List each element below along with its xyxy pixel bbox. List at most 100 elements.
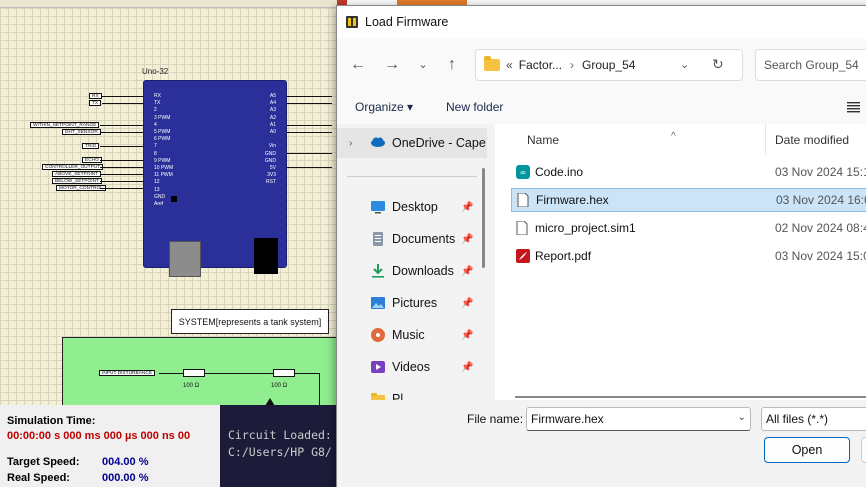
cancel-button[interactable] bbox=[861, 437, 866, 463]
desktop-icon bbox=[370, 200, 386, 214]
svg-text:∞: ∞ bbox=[520, 168, 527, 177]
chip-marker bbox=[171, 196, 177, 202]
file-icon bbox=[516, 220, 530, 236]
breadcrumb-part[interactable]: Factor... bbox=[519, 58, 562, 72]
dialog-titlebar[interactable]: Load Firmware bbox=[337, 6, 866, 38]
pin-icon[interactable]: 📌 bbox=[461, 202, 473, 213]
cloud-icon bbox=[370, 136, 386, 150]
organize-button[interactable]: Organize ▾ bbox=[355, 100, 413, 114]
file-type-select[interactable]: All files (*.*) bbox=[761, 407, 866, 431]
file-name-input[interactable]: Firmware.hex ⌄ bbox=[526, 407, 751, 431]
chevron-down-icon[interactable]: ⌄ bbox=[738, 412, 746, 423]
sidebar-item-desktop[interactable]: Desktop 📌 bbox=[337, 192, 487, 222]
column-header-date[interactable]: Date modified bbox=[775, 133, 849, 147]
open-button[interactable]: Open bbox=[764, 437, 850, 463]
folder-icon bbox=[370, 392, 386, 400]
pin-icon[interactable]: 📌 bbox=[461, 298, 473, 309]
system-label-box: SYSTEM[represents a tank system] bbox=[171, 309, 329, 334]
address-dropdown-icon[interactable]: ⌄ bbox=[680, 58, 689, 71]
target-speed-label: Target Speed: bbox=[7, 456, 80, 468]
back-arrow-icon[interactable]: ← bbox=[347, 54, 369, 76]
wire bbox=[287, 132, 332, 133]
pin-icon[interactable]: 📌 bbox=[461, 234, 473, 245]
resistor-value: 100 Ω bbox=[271, 383, 288, 389]
new-folder-button[interactable]: New folder bbox=[446, 100, 503, 114]
net-label-tx: TX bbox=[89, 100, 102, 106]
wire bbox=[287, 153, 332, 154]
sort-up-icon: ^ bbox=[671, 131, 676, 142]
forward-arrow-icon[interactable]: → bbox=[381, 54, 403, 76]
net-label-input-disturbance: INPUT DISTURBANCE bbox=[99, 370, 156, 376]
power-jack bbox=[254, 238, 278, 274]
file-name-label: File name: bbox=[467, 412, 524, 426]
target-speed-value: 004.00 % bbox=[102, 456, 149, 468]
search-input[interactable]: Search Group_54 bbox=[755, 49, 866, 81]
file-row-code-ino[interactable]: ∞ Code.ino 03 Nov 2024 15:13 bbox=[511, 160, 866, 184]
address-bar[interactable]: « Factor... › Group_54 ⌄ ↻ bbox=[475, 49, 743, 81]
pin-icon[interactable]: 📌 bbox=[461, 362, 473, 373]
resistor[interactable] bbox=[183, 369, 205, 377]
load-firmware-dialog: Load Firmware ← → ⌄ ↑ « Factor... › Grou… bbox=[336, 5, 866, 487]
opamp-symbol bbox=[265, 398, 275, 405]
navigation-pane: › OneDrive - Cape Desktop 📌 Documents 📌 … bbox=[337, 124, 487, 400]
sidebar-item-pictures[interactable]: Pictures 📌 bbox=[337, 288, 487, 318]
net-label-controller-output: CONTROLLER_OUTPUT bbox=[42, 164, 104, 170]
resistor[interactable] bbox=[273, 369, 295, 377]
sidebar-item-music[interactable]: Music 📌 bbox=[337, 320, 487, 350]
file-list-scrollbar[interactable] bbox=[515, 396, 866, 398]
usb-connector bbox=[169, 241, 201, 277]
file-icon bbox=[517, 192, 531, 208]
up-arrow-icon[interactable]: ↑ bbox=[441, 54, 463, 76]
sidebar-item-label: Music bbox=[392, 328, 425, 342]
file-date: 03 Nov 2024 15:06 bbox=[775, 249, 866, 263]
column-separator[interactable] bbox=[765, 124, 766, 154]
wire bbox=[287, 125, 332, 126]
file-date: 03 Nov 2024 15:13 bbox=[775, 165, 866, 179]
file-row-firmware-hex[interactable]: Firmware.hex 03 Nov 2024 16:05 bbox=[511, 188, 866, 212]
arduino-icon: ∞ bbox=[516, 165, 530, 179]
arduino-uno-board[interactable]: RX TX 23 PWM 45 PWM 6 PWM 7 89 PWM 10 PWM 1… bbox=[143, 80, 287, 277]
net-label-dht-sensor: DHT_SENSOR bbox=[62, 129, 101, 135]
wire bbox=[287, 103, 332, 104]
music-icon bbox=[370, 328, 386, 342]
pdf-icon bbox=[516, 249, 530, 263]
file-row-report-pdf[interactable]: Report.pdf 03 Nov 2024 15:06 bbox=[511, 244, 866, 268]
net-label-within-setpoint: WITHIN_SETPOINT_RANGE bbox=[30, 122, 100, 128]
sidebar-item-label: Documents bbox=[392, 232, 456, 246]
simulation-status-panel: Simulation Time: 00:00:00 s 000 ms 000 µ… bbox=[0, 405, 220, 487]
real-speed-value: 000.00 % bbox=[102, 472, 149, 484]
net-label-below-setpoint: BELOW_SETPOINT bbox=[52, 178, 102, 184]
sidebar-item-downloads[interactable]: Downloads 📌 bbox=[337, 256, 487, 286]
column-header-name[interactable]: Name ^ bbox=[527, 131, 676, 147]
sidebar-item-videos[interactable]: Videos 📌 bbox=[337, 352, 487, 382]
folder-icon bbox=[484, 56, 500, 71]
view-menu-icon[interactable] bbox=[847, 100, 860, 113]
resistor-value: 100 Ω bbox=[183, 383, 200, 389]
navigation-scrollbar[interactable] bbox=[482, 168, 485, 268]
expand-chevron-icon[interactable]: › bbox=[349, 138, 352, 149]
tank-system-block[interactable]: INPUT DISTURBANCE 100 Ω 100 Ω bbox=[62, 337, 340, 405]
file-name: Firmware.hex bbox=[536, 193, 609, 207]
console-line: C:/Users/HP G8/ bbox=[228, 445, 332, 459]
console-line: Circuit Loaded: bbox=[228, 428, 332, 442]
pin-icon[interactable]: 📌 bbox=[461, 330, 473, 341]
console-output: Circuit Loaded: C:/Users/HP G8/ bbox=[220, 405, 340, 487]
schematic-canvas[interactable]: Uno-32 RX TX WITHIN_SETPOINT_RANGE DHT_S… bbox=[0, 0, 340, 405]
file-list: Name ^ Date modified ∞ Code.ino 03 Nov 2… bbox=[495, 124, 866, 400]
breadcrumb-part[interactable]: Group_54 bbox=[582, 58, 635, 72]
right-pin-labels: A5 A4 A3 A2 A1 A0 Vin GND GND 5V 3V3 RST bbox=[264, 93, 276, 186]
sidebar-item-onedrive[interactable]: › OneDrive - Cape bbox=[337, 128, 487, 158]
navigation-bar: ← → ⌄ ↑ « Factor... › Group_54 ⌄ ↻ Searc… bbox=[337, 38, 866, 90]
wire bbox=[319, 373, 320, 405]
file-date: 03 Nov 2024 16:05 bbox=[776, 193, 866, 207]
breadcrumb-separator: › bbox=[570, 58, 575, 72]
net-label-rx: RX bbox=[89, 93, 102, 99]
sidebar-item-label: Videos bbox=[392, 360, 430, 374]
refresh-icon[interactable]: ↻ bbox=[712, 56, 724, 73]
sidebar-item-documents[interactable]: Documents 📌 bbox=[337, 224, 487, 254]
wire bbox=[287, 167, 332, 168]
recent-locations-chevron-icon[interactable]: ⌄ bbox=[412, 54, 434, 76]
pin-icon[interactable]: 📌 bbox=[461, 266, 473, 277]
sidebar-item-folder[interactable]: Pl bbox=[337, 384, 487, 400]
file-row-micro-project[interactable]: micro_project.sim1 02 Nov 2024 08:41 bbox=[511, 216, 866, 240]
